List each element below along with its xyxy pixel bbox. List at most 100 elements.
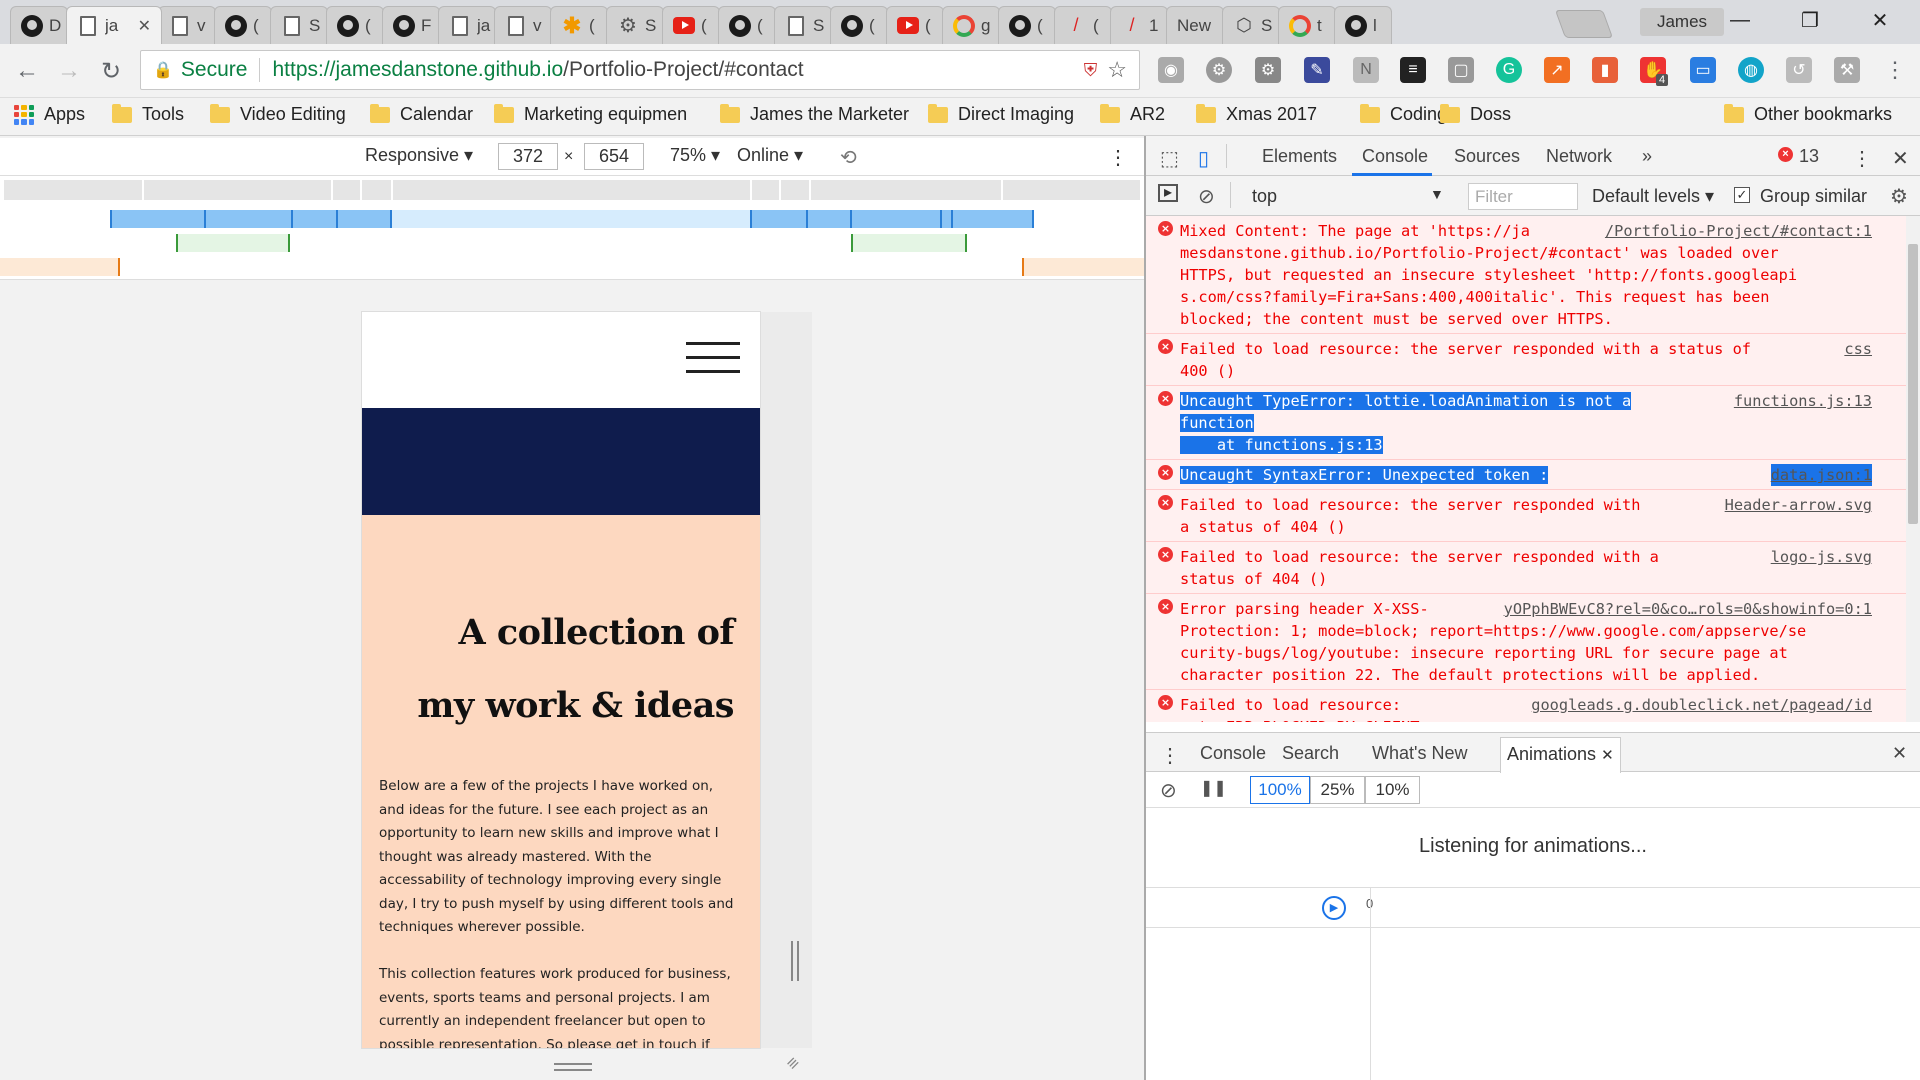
bookmark-folder[interactable]: AR2 [1100, 103, 1165, 125]
address-bar[interactable]: 🔒 Secure https://jamesdanstone.github.io… [140, 50, 1140, 90]
console-source-link[interactable]: data.json:1 [1770, 464, 1872, 486]
extension-icon[interactable]: ▢ [1448, 57, 1474, 83]
devtools-kebab-icon[interactable]: ⋮ [1852, 146, 1872, 171]
network-throttle-select[interactable]: Online ▾ [737, 145, 803, 166]
settings-icon[interactable]: ⚙ [1255, 57, 1281, 83]
viewport-width-input[interactable]: 372 [498, 143, 558, 170]
bookmark-apps[interactable]: Apps [14, 104, 85, 125]
context-select[interactable]: top [1252, 186, 1277, 207]
console-error-message[interactable]: × Failed to load resource:net::ERR_BLOCKE… [1146, 690, 1906, 722]
tab[interactable]: t [1278, 6, 1336, 44]
bookmark-folder[interactable]: Video Editing [210, 103, 346, 125]
back-icon[interactable]: ← [12, 57, 42, 85]
tab[interactable]: S [774, 6, 832, 44]
menu-kebab-icon[interactable]: ⋮ [1880, 57, 1910, 83]
tab[interactable]: v [494, 6, 552, 44]
replay-icon[interactable]: ▶ [1322, 896, 1346, 920]
camera-icon[interactable]: ◉ [1158, 57, 1184, 83]
console-source-link[interactable]: logo-js.svg [1771, 546, 1872, 568]
star-icon[interactable]: ☆ [1107, 57, 1127, 83]
chart-icon[interactable]: ↗ [1544, 57, 1570, 83]
tab[interactable]: ⬡ S [1222, 6, 1280, 44]
drawer-tab-search[interactable]: Search [1282, 743, 1339, 764]
device-mode-select[interactable]: Responsive ▾ [365, 145, 473, 166]
console-source-link[interactable]: googleads.g.doubleclick.net/pagead/id [1531, 694, 1872, 716]
more-tabs-icon[interactable]: » [1642, 146, 1652, 167]
sidebar-toggle-icon[interactable]: ▸ [1158, 184, 1178, 202]
bookmark-folder[interactable]: James the Marketer [720, 103, 909, 125]
bookmark-folder[interactable]: Marketing equipmen [494, 103, 687, 125]
minimize-button[interactable]: — [1710, 4, 1770, 36]
bookmark-folder[interactable]: Coding [1360, 103, 1447, 125]
restore-button[interactable]: ❐ [1780, 4, 1840, 36]
pause-icon[interactable]: ❚❚ [1200, 778, 1227, 798]
bookmark-folder[interactable]: Calendar [370, 103, 473, 125]
drawer-tab-animations[interactable]: Animations ✕ [1500, 737, 1621, 773]
viewport-height-input[interactable]: 654 [584, 143, 644, 170]
device-menu-kebab-icon[interactable]: ⋮ [1108, 145, 1128, 170]
error-count[interactable]: 13 [1799, 146, 1819, 167]
console-error-message[interactable]: × Uncaught TypeError: lottie.loadAnimatio… [1146, 386, 1906, 460]
drawer-tab-console[interactable]: Console [1200, 743, 1266, 764]
screen-icon[interactable]: ▭ [1690, 57, 1716, 83]
drawer-tab-whats-new[interactable]: What's New [1372, 743, 1467, 764]
tab-network[interactable]: Network [1546, 146, 1612, 167]
console-scroll-thumb[interactable] [1908, 244, 1918, 524]
media-bar-gray[interactable] [4, 180, 1140, 200]
drawer-close-icon[interactable]: ✕ [1892, 743, 1907, 764]
tab-console[interactable]: Console [1362, 146, 1428, 167]
close-animations-icon[interactable]: ✕ [1601, 747, 1614, 764]
tab[interactable]: v [158, 6, 216, 44]
drawer-kebab-icon[interactable]: ⋮ [1160, 743, 1180, 768]
tab[interactable]: /( [1054, 6, 1112, 44]
new-tab-button[interactable] [1554, 10, 1614, 38]
layers-icon[interactable]: ≡ [1400, 57, 1426, 83]
tab-sources[interactable]: Sources [1454, 146, 1520, 167]
tab[interactable]: ( [326, 6, 384, 44]
close-tab-icon[interactable]: ✕ [138, 16, 151, 36]
console-source-link[interactable]: Header-arrow.svg [1725, 494, 1872, 516]
console-error-message[interactable]: × Failed to load resource: the server res… [1146, 542, 1906, 594]
tab[interactable]: g [942, 6, 1000, 44]
console-error-message[interactable]: × Error parsing header X-XSS- Protection: … [1146, 594, 1906, 690]
console-source-link[interactable]: /Portfolio-Project/#contact:1 [1605, 220, 1872, 242]
clear-console-icon[interactable]: ⊘ [1198, 184, 1215, 209]
device-toggle-icon[interactable]: ▯ [1198, 146, 1209, 171]
clear-animations-icon[interactable]: ⊘ [1160, 778, 1177, 803]
console-error-message[interactable]: × Mixed Content: The page at 'https://ja m… [1146, 216, 1906, 334]
console-source-link[interactable]: css [1844, 338, 1872, 360]
bookmark-folder[interactable]: Xmas 2017 [1196, 103, 1317, 125]
tab[interactable]: ( [830, 6, 888, 44]
ni-icon[interactable]: N [1353, 57, 1379, 83]
tab-active[interactable]: ja ✕ [66, 6, 162, 44]
console-settings-icon[interactable]: ⚙ [1890, 184, 1908, 209]
hamburger-icon[interactable] [686, 342, 740, 345]
office-icon[interactable]: ▮ [1592, 57, 1618, 83]
rotate-icon[interactable]: ⟲ [840, 145, 857, 170]
tab-elements[interactable]: Elements [1262, 146, 1337, 167]
bookmark-folder[interactable]: Doss [1440, 103, 1511, 125]
tools-icon[interactable]: ⚒ [1834, 57, 1860, 83]
gear-icon[interactable]: ⚙ [1206, 57, 1232, 83]
tab[interactable]: ( [998, 6, 1056, 44]
forward-icon[interactable]: → [54, 57, 84, 85]
devtools-close-icon[interactable]: ✕ [1892, 146, 1909, 171]
tab[interactable]: ( [886, 6, 944, 44]
bookmark-other[interactable]: Other bookmarks [1724, 103, 1892, 125]
bookmark-folder[interactable]: Direct Imaging [928, 103, 1074, 125]
console-source-link[interactable]: functions.js:13 [1734, 390, 1872, 412]
media-bar-green[interactable] [176, 234, 290, 252]
tab[interactable]: S [270, 6, 328, 44]
speed-25-button[interactable]: 25% [1310, 776, 1365, 804]
tab[interactable]: /1 [1110, 6, 1168, 44]
speed-10-button[interactable]: 10% [1365, 776, 1420, 804]
close-window-button[interactable]: ✕ [1850, 4, 1910, 36]
tab[interactable]: F [382, 6, 440, 44]
tab[interactable]: ( [718, 6, 776, 44]
zoom-select[interactable]: 75% ▾ [670, 145, 720, 166]
grammarly-icon[interactable]: G [1496, 57, 1522, 83]
log-levels-select[interactable]: Default levels ▾ [1592, 186, 1714, 207]
inspect-icon[interactable]: ⬚ [1160, 146, 1179, 171]
media-bar-orange[interactable] [0, 258, 120, 276]
resize-handle-right[interactable] [791, 941, 799, 981]
